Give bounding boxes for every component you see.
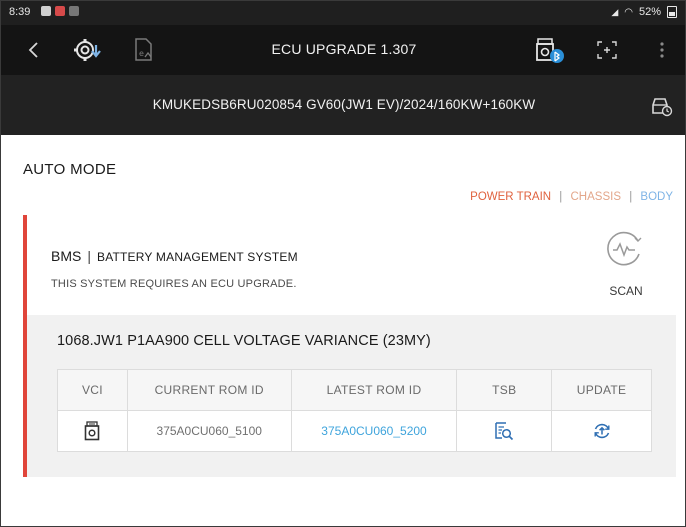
screen-frame: 8:39 ◢ ◠ 52% e ECU UPGRADE 1.307 KMUKEDS…	[0, 0, 686, 527]
page-title: ECU UPGRADE 1.307	[271, 41, 417, 57]
n-icon	[55, 6, 65, 16]
system-name: BMS | BATTERY MANAGEMENT SYSTEM	[51, 248, 298, 264]
table-row: 375A0CU060_5100 375A0CU060_5200	[57, 410, 652, 452]
table-header-row: VCI CURRENT ROM ID LATEST ROM ID TSB UPD…	[57, 369, 652, 411]
status-time: 8:39	[9, 6, 31, 18]
vci-icon	[82, 420, 102, 442]
vehicle-info: KMUKEDSB6RU020854 GV60(JW1 EV)/2024/160K…	[152, 97, 536, 112]
main-content: AUTO MODE POWER TRAIN | CHASSIS | BODY B…	[1, 135, 685, 526]
filter-body[interactable]: BODY	[640, 191, 673, 203]
system-message: THIS SYSTEM REQUIRES AN ECU UPGRADE.	[51, 278, 297, 290]
vehicle-bar: KMUKEDSB6RU020854 GV60(JW1 EV)/2024/160K…	[1, 75, 685, 135]
filter-power-train[interactable]: POWER TRAIN	[470, 191, 551, 203]
dtc-title: 1068.JW1 P1AA900 CELL VOLTAGE VARIANCE (…	[57, 333, 431, 349]
mode-title: AUTO MODE	[23, 161, 117, 178]
car-status-icon[interactable]	[649, 95, 673, 117]
more-icon[interactable]	[655, 39, 669, 61]
battery-label: 52%	[638, 6, 661, 18]
system-separator: |	[87, 248, 91, 264]
dtc-section: 1068.JW1 P1AA900 CELL VOLTAGE VARIANCE (…	[27, 315, 676, 477]
status-bar: 8:39 ◢ ◠ 52%	[1, 1, 685, 25]
status-right: ◢ ◠ 52%	[611, 6, 677, 18]
tsb-search-icon[interactable]	[494, 420, 514, 442]
system-card-bms: BMS | BATTERY MANAGEMENT SYSTEM THIS SYSTE…	[23, 215, 676, 477]
gallery-icon	[41, 6, 51, 16]
latest-rom-id[interactable]: 375A0CU060_5200	[290, 410, 458, 452]
notification-icons	[41, 6, 79, 16]
vci-cell	[57, 410, 128, 452]
wifi-icon: ◠	[624, 6, 633, 18]
scan-icon	[607, 231, 642, 266]
data-icon	[69, 6, 79, 16]
filter-separator: |	[559, 191, 563, 203]
scan-label: SCAN	[609, 284, 643, 298]
current-rom-id: 375A0CU060_5100	[126, 410, 292, 452]
filter-separator: |	[629, 191, 633, 203]
header-update: UPDATE	[551, 369, 652, 411]
header-latest-rom: LATEST ROM ID	[290, 369, 458, 411]
signal-icon: ◢	[611, 6, 619, 17]
header-tsb: TSB	[456, 369, 553, 411]
system-card-header: BMS | BATTERY MANAGEMENT SYSTEM THIS SYSTE…	[27, 215, 676, 315]
update-cell[interactable]	[551, 410, 652, 452]
rom-table: VCI CURRENT ROM ID LATEST ROM ID TSB UPD…	[57, 369, 652, 452]
header-current-rom: CURRENT ROM ID	[126, 369, 292, 411]
battery-icon	[667, 6, 677, 18]
system-code: BMS	[51, 248, 82, 264]
filter-chassis[interactable]: CHASSIS	[571, 191, 622, 203]
system-full-name: BATTERY MANAGEMENT SYSTEM	[96, 250, 298, 264]
update-icon[interactable]	[592, 420, 612, 442]
tsb-cell[interactable]	[456, 410, 553, 452]
expand-icon[interactable]	[595, 39, 619, 61]
vci-bluetooth-icon[interactable]	[534, 37, 566, 65]
header-vci: VCI	[57, 369, 128, 411]
system-filter-tabs: POWER TRAIN | CHASSIS | BODY	[470, 191, 673, 203]
app-bar: e ECU UPGRADE 1.307	[1, 25, 685, 75]
scan-button[interactable]: SCAN	[600, 230, 650, 302]
